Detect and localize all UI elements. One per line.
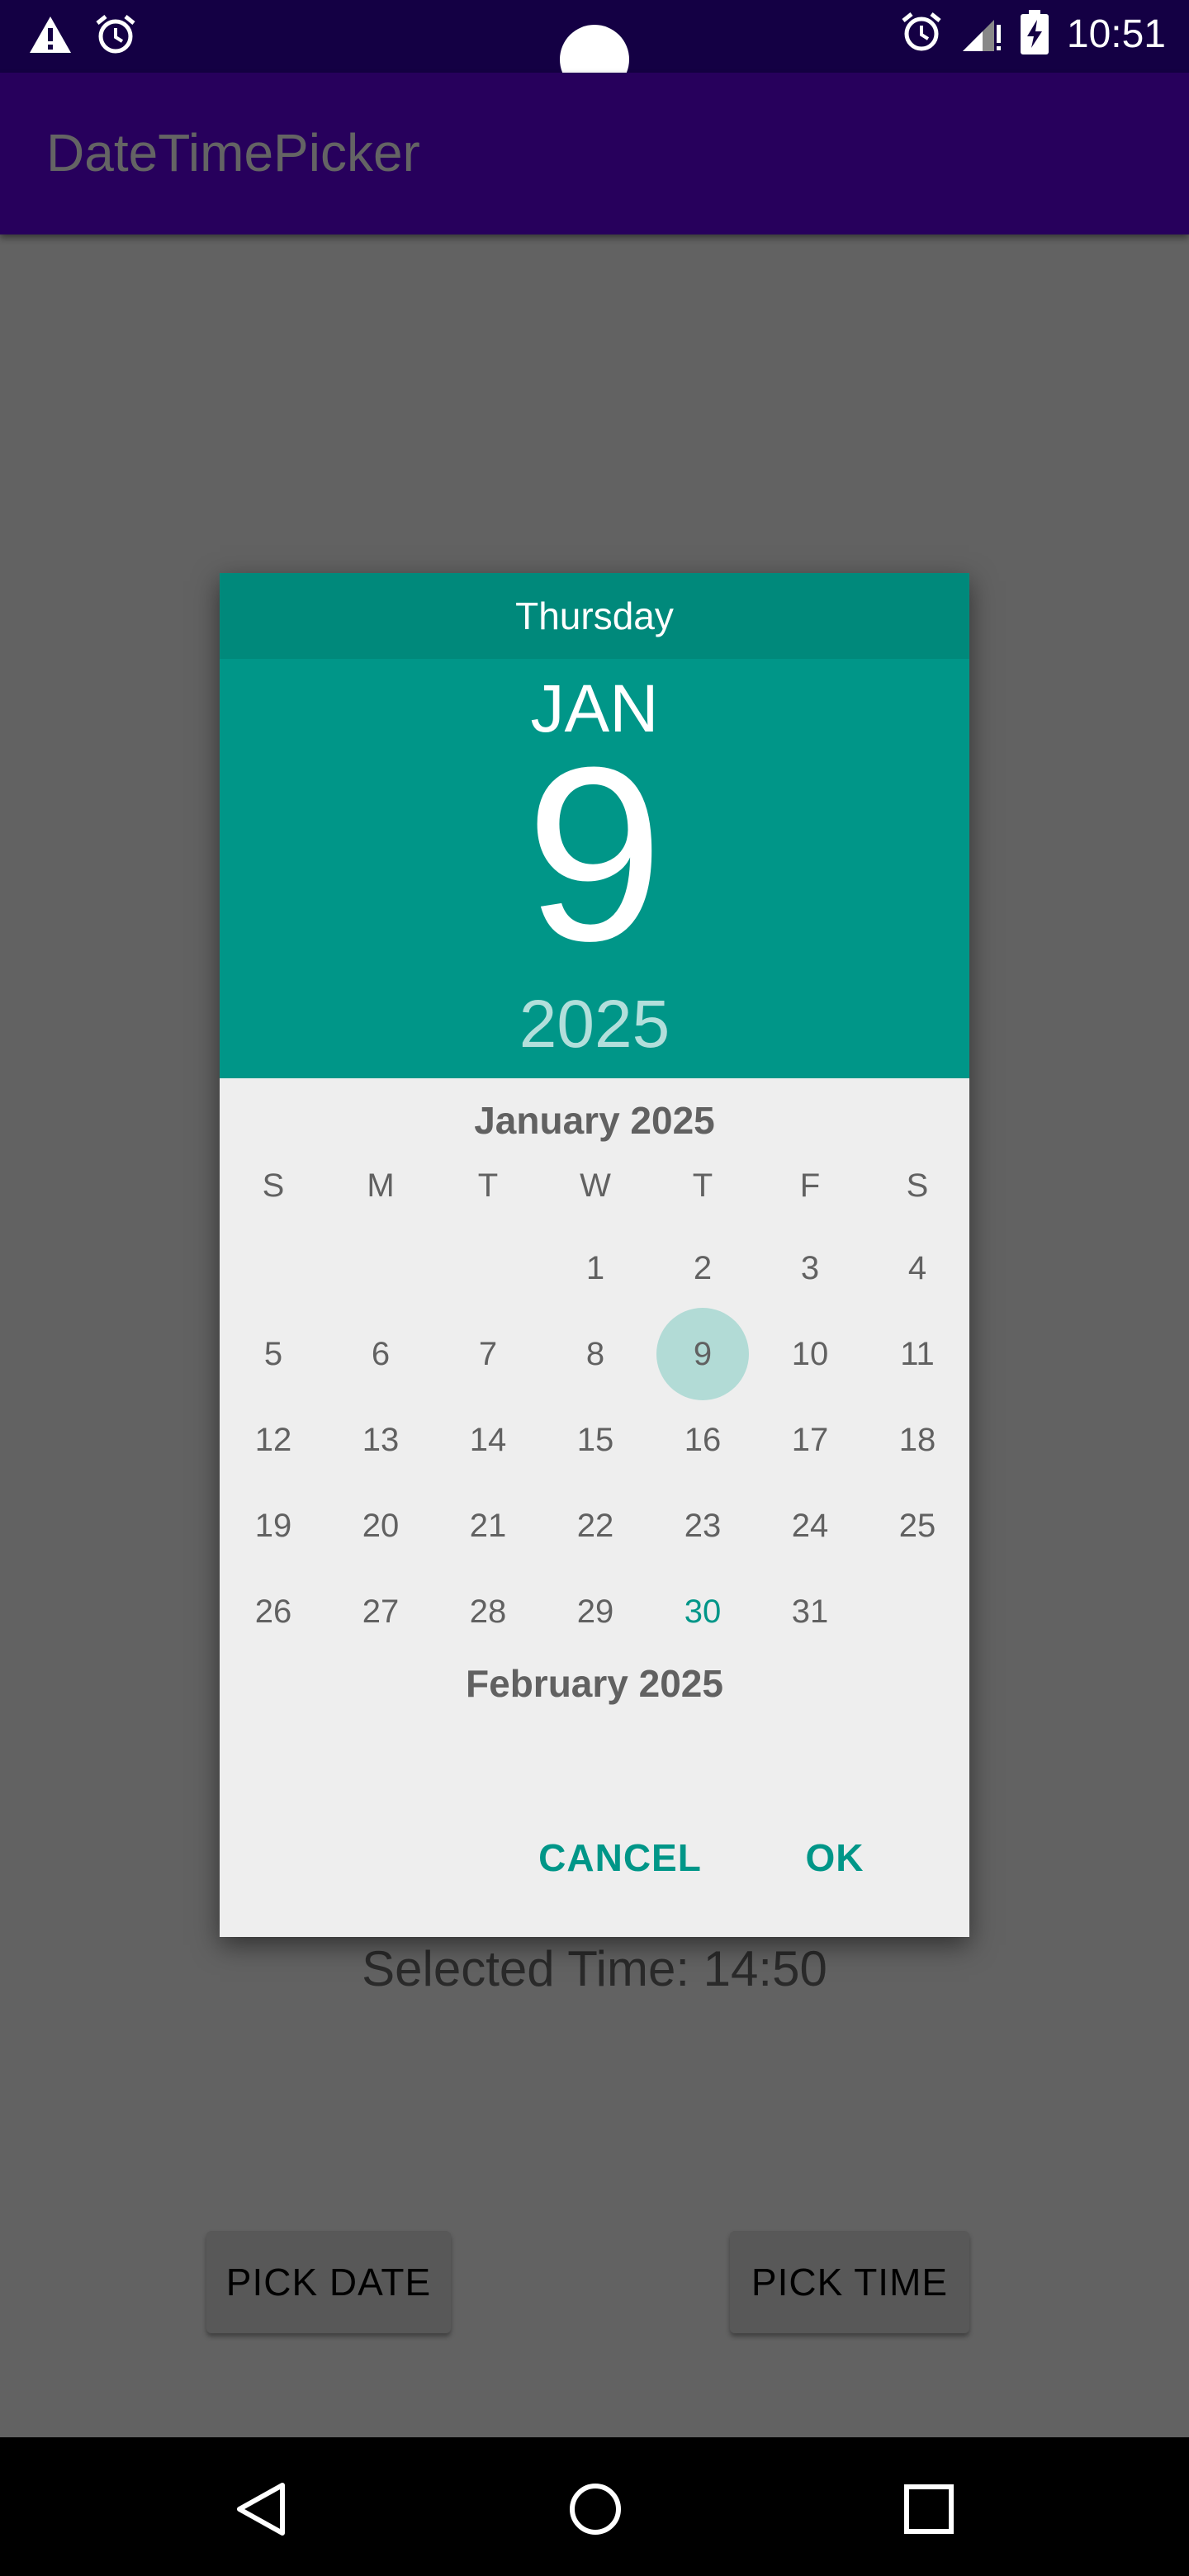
home-icon[interactable]	[566, 2480, 624, 2542]
date-picker-dialog: Thursday JAN 9 2025 January 2025 S M T W…	[220, 573, 969, 1937]
back-icon[interactable]	[233, 2480, 291, 2542]
pick-time-button[interactable]: PICK TIME	[730, 2231, 969, 2333]
calendar-day-label: 22	[576, 1507, 614, 1544]
navigation-bar	[0, 2437, 1189, 2576]
calendar-day-label: 26	[254, 1593, 292, 1630]
calendar-day[interactable]: 14	[434, 1397, 542, 1483]
calendar-day[interactable]: 8	[542, 1311, 649, 1397]
pick-date-button[interactable]: PICK DATE	[206, 2231, 451, 2333]
calendar-day-label: 4	[907, 1249, 927, 1286]
calendar-day-label: 8	[585, 1335, 605, 1372]
app-bar: DateTimePicker	[0, 73, 1189, 234]
calendar-day-label: 5	[263, 1335, 283, 1372]
calendar-day-label: 29	[576, 1593, 614, 1630]
calendar-day-label: 30	[684, 1593, 722, 1630]
calendar-day[interactable]: 24	[756, 1483, 864, 1569]
calendar-grid: 1 2 3 4 5 6 7 8 9 10 11 12 13 14 15 16 17 18 19 20 21 22 23 24 2…	[220, 573, 969, 1937]
calendar-day[interactable]: 18	[864, 1397, 969, 1483]
calendar-day[interactable]: 10	[756, 1311, 864, 1397]
calendar-day[interactable]: 28	[434, 1569, 542, 1655]
calendar-day[interactable]: 7	[434, 1311, 542, 1397]
calendar-day[interactable]: 15	[542, 1397, 649, 1483]
recents-icon[interactable]	[903, 2484, 955, 2539]
calendar-day-label: 27	[362, 1593, 400, 1630]
next-month-title: February 2025	[466, 1662, 723, 1705]
calendar-day[interactable]: 1	[542, 1225, 649, 1311]
calendar-day[interactable]: 13	[327, 1397, 434, 1483]
calendar-day-label: 18	[898, 1421, 936, 1458]
calendar-day-label: 11	[900, 1335, 935, 1372]
calendar-day-label: 25	[898, 1507, 936, 1544]
warning-icon	[28, 15, 73, 59]
calendar-day[interactable]: 6	[327, 1311, 434, 1397]
status-time: 10:51	[1066, 12, 1166, 56]
calendar-day-label: 2	[693, 1249, 713, 1286]
alarm-icon	[94, 13, 137, 60]
calendar-day-selected[interactable]: 9	[649, 1308, 756, 1400]
calendar-day[interactable]: 22	[542, 1483, 649, 1569]
alarm-icon	[900, 11, 943, 58]
selected-time-text: Selected Time: 14:50	[362, 1941, 827, 1996]
calendar-day-label: 14	[469, 1421, 507, 1458]
calendar-day-label: 12	[254, 1421, 292, 1458]
calendar-day-label: 28	[469, 1593, 507, 1630]
calendar-day[interactable]: 3	[756, 1225, 864, 1311]
battery-charging-icon	[1020, 10, 1049, 59]
calendar-day-label: 20	[362, 1507, 400, 1544]
cancel-button[interactable]: CANCEL	[538, 1816, 701, 1899]
calendar-day[interactable]: 29	[542, 1569, 649, 1655]
calendar-day-label: 16	[684, 1421, 722, 1458]
calendar-day[interactable]: 30	[649, 1569, 756, 1655]
calendar-day[interactable]: 2	[649, 1225, 756, 1311]
calendar-day-label: 23	[684, 1507, 722, 1544]
calendar-day-label: 15	[576, 1421, 614, 1458]
signal-icon	[961, 12, 1002, 57]
calendar-day-label: 9	[693, 1335, 713, 1372]
calendar-day[interactable]: 23	[649, 1483, 756, 1569]
calendar-day[interactable]: 20	[327, 1483, 434, 1569]
app-title: DateTimePicker	[46, 123, 420, 182]
calendar-day-label: 1	[585, 1249, 605, 1286]
calendar-day-label: 21	[469, 1507, 507, 1544]
calendar-day[interactable]: 12	[220, 1397, 327, 1483]
calendar-day-label: 13	[362, 1421, 400, 1458]
calendar-day-label: 24	[791, 1507, 829, 1544]
calendar-day[interactable]: 25	[864, 1483, 969, 1569]
calendar-day[interactable]: 26	[220, 1569, 327, 1655]
calendar-day-label: 31	[791, 1593, 829, 1630]
calendar-day[interactable]: 27	[327, 1569, 434, 1655]
calendar-day-label: 10	[791, 1335, 829, 1372]
calendar-day[interactable]: 31	[756, 1569, 864, 1655]
calendar-day[interactable]: 19	[220, 1483, 327, 1569]
calendar-day[interactable]: 16	[649, 1397, 756, 1483]
calendar-day-label: 3	[800, 1249, 820, 1286]
calendar-day[interactable]: 11	[864, 1311, 969, 1397]
calendar-day[interactable]: 17	[756, 1397, 864, 1483]
calendar-day-label: 7	[478, 1335, 498, 1372]
ok-button[interactable]: OK	[789, 1816, 880, 1899]
calendar-day[interactable]: 4	[864, 1225, 969, 1311]
calendar-day-label: 17	[791, 1421, 829, 1458]
calendar-day[interactable]: 5	[220, 1311, 327, 1397]
calendar-day-label: 6	[371, 1335, 391, 1372]
calendar-day[interactable]: 21	[434, 1483, 542, 1569]
calendar-day-label: 19	[254, 1507, 292, 1544]
